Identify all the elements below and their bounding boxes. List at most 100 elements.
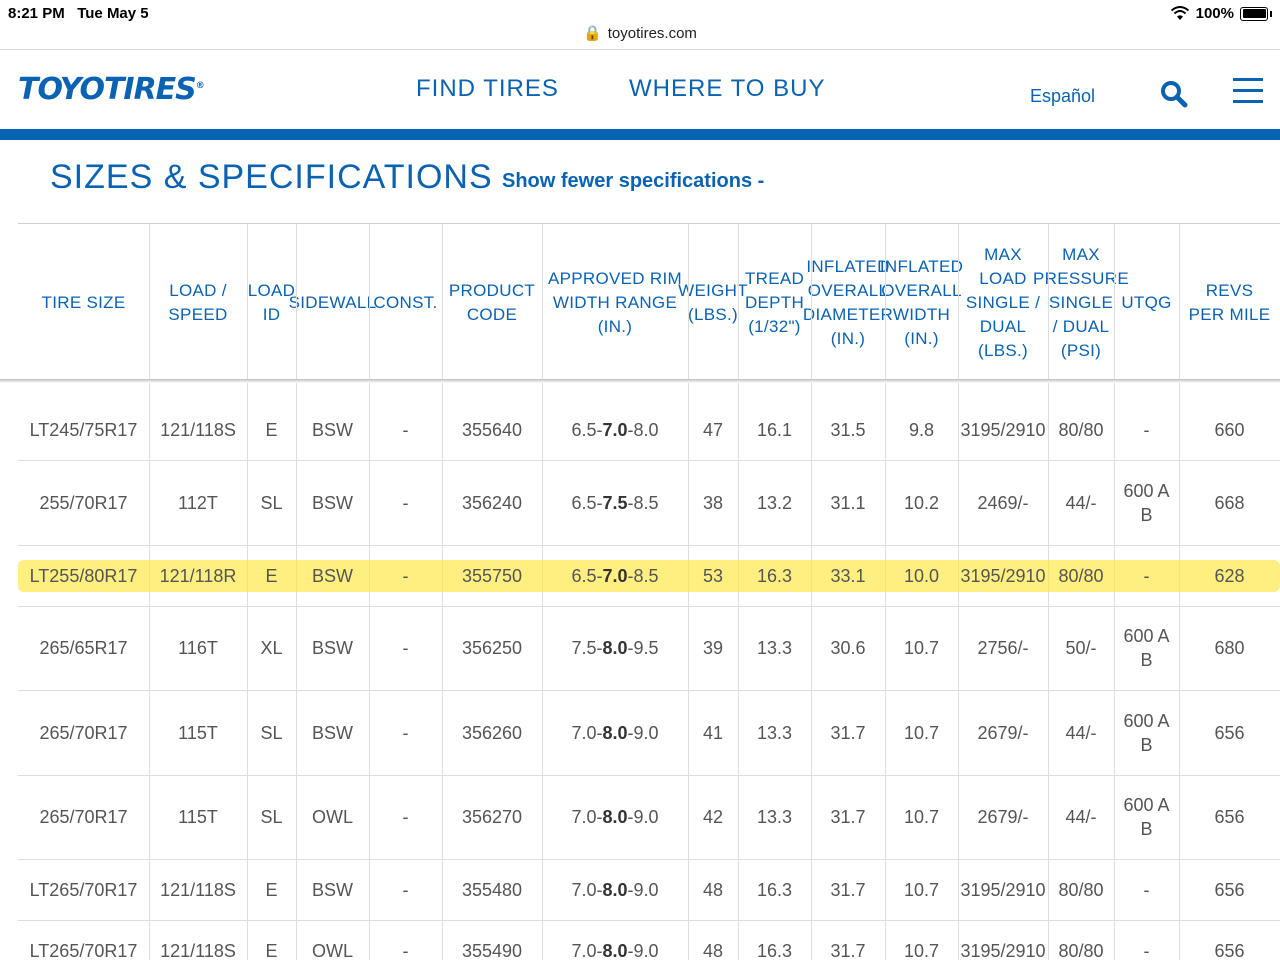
- cell-load-id: SL: [260, 722, 283, 743]
- cell-tire-size: 255/70R17: [39, 492, 128, 513]
- cell-const: -: [402, 722, 409, 743]
- cell-overall-diameter: 31.7: [830, 722, 866, 743]
- table-row: LT245/75R17 121/118S E BSW - 355640 6.5- 7.0 -8.…: [18, 399, 1280, 461]
- toyo-logo[interactable]: TOYOTIRES®: [18, 72, 205, 107]
- cell-overall-diameter: 31.5: [830, 419, 866, 440]
- column-header-rim-width: APPROVED RIM WIDTH RANGE (IN.)APPROVED R…: [548, 268, 682, 336]
- cell-load-id: E: [265, 419, 278, 440]
- cell-weight: 42: [702, 807, 724, 827]
- cell-load-speed: 121/118S: [160, 879, 236, 900]
- cell-overall-width: 9.8: [908, 419, 935, 440]
- cell-max-pressure: 80/80: [1058, 940, 1104, 960]
- cell-rim-width: 7.0- 8.0 -9.0: [571, 722, 659, 743]
- table-row: LT265/70R17 121/118S E BSW - 355480 7.0- 8.0 -9.…: [18, 859, 1280, 921]
- cell-sidewall: BSW: [311, 638, 353, 658]
- cell-tire-size: 265/65R17: [39, 638, 128, 658]
- cell-utqg: -: [1143, 565, 1150, 586]
- show-fewer-toggle[interactable]: Show fewer specifications -: [502, 170, 764, 193]
- cell-overall-width: 10.2: [903, 492, 940, 513]
- column-header-weight: WEIGHT (LBS.)WEIGHT(LBS.): [678, 280, 748, 324]
- cell-max-load: 2679/-: [977, 722, 1029, 743]
- url-bar[interactable]: 🔒 toyotires.com: [0, 24, 1280, 42]
- battery-icon: [1240, 6, 1268, 21]
- cell-overall-width: 10.7: [903, 879, 940, 900]
- cell-const: -: [402, 565, 409, 586]
- cell-weight: 38: [702, 492, 724, 513]
- cell-const: -: [402, 879, 409, 900]
- cell-load-speed: 121/118S: [160, 419, 236, 440]
- cell-tire-size: LT265/70R17: [29, 940, 138, 960]
- column-header-max-pressure: MAX PRESSURE SINGLE / DUAL (PSI)MAXPRESS…: [1033, 244, 1129, 360]
- specs-table-body: LT245/75R17 121/118S E BSW - 355640 6.5- 7.0 -8.…: [18, 383, 1280, 960]
- search-icon[interactable]: [1160, 80, 1188, 108]
- cell-product-code: 355480: [461, 879, 523, 900]
- cell-rim-width: 6.5- 7.0 -8.5: [571, 565, 659, 586]
- nav-where-to-buy[interactable]: WHERE TO BUY: [629, 75, 825, 103]
- cell-overall-diameter: 33.1: [830, 565, 866, 586]
- cell-sidewall: OWL: [311, 940, 353, 960]
- cell-product-code: 356270: [461, 807, 523, 827]
- cell-utqg: 600 AB: [1123, 795, 1170, 839]
- lock-icon: 🔒: [583, 25, 602, 42]
- cell-overall-width: 10.7: [903, 940, 940, 960]
- cell-max-load: 3195/2910: [960, 940, 1046, 960]
- cell-rim-width: 7.0- 8.0 -9.0: [571, 879, 659, 900]
- table-row: 265/70R17 115T SL OWL - 356270 7.0- 8.0 -9.0 42 13…: [18, 775, 1280, 860]
- cell-rim-width: 7.0- 8.0 -9.0: [571, 807, 659, 827]
- status-bar: 8:21 PM Tue May 5 🔒 toyotires.com 100%: [0, 0, 1280, 50]
- cell-sidewall: BSW: [311, 722, 353, 743]
- cell-overall-diameter: 30.6: [830, 638, 866, 658]
- cell-const: -: [402, 807, 409, 827]
- cell-const: -: [402, 940, 409, 960]
- cell-load-id: SL: [260, 807, 283, 827]
- cell-revs-per-mile: 656: [1214, 879, 1245, 900]
- cell-product-code: 355750: [461, 565, 523, 586]
- cell-tread-depth: 13.2: [756, 492, 793, 513]
- cell-tread-depth: 13.3: [756, 722, 793, 743]
- column-header-tire-size: TIRE SIZETIRE SIZE: [41, 292, 126, 312]
- column-header-overall-width: INFLATED OVERALL WIDTH (IN.)INFLATEDOVER…: [879, 256, 964, 348]
- cell-load-id: E: [265, 879, 278, 900]
- cell-tread-depth: 16.3: [756, 940, 793, 960]
- table-row: 265/65R17 116T XL BSW - 356250 7.5- 8.0 -9.5 39 13…: [18, 606, 1280, 691]
- column-header-utqg: UTQGUTQG: [1121, 292, 1172, 312]
- cell-overall-diameter: 31.7: [830, 940, 866, 960]
- cell-revs-per-mile: 628: [1214, 565, 1245, 586]
- cell-load-id: XL: [260, 638, 283, 658]
- cell-load-id: SL: [260, 492, 283, 513]
- cell-tread-depth: 13.3: [756, 807, 793, 827]
- cell-product-code: 356240: [461, 492, 523, 513]
- status-right: 100%: [1170, 5, 1272, 22]
- cell-tire-size: 265/70R17: [39, 807, 128, 827]
- cell-rim-width: 7.0- 8.0 -9.0: [571, 940, 659, 960]
- cell-const: -: [402, 638, 409, 658]
- cell-max-load: 3195/2910: [960, 879, 1046, 900]
- cell-max-load: 3195/2910: [960, 419, 1046, 440]
- cell-product-code: 356260: [461, 722, 523, 743]
- cell-revs-per-mile: 656: [1214, 807, 1245, 827]
- table-row: 265/70R17 115T SL BSW - 356260 7.0- 8.0 -9.0 41 13…: [18, 690, 1280, 776]
- cell-utqg: -: [1143, 419, 1150, 440]
- column-header-tread-depth: TREAD DEPTH (1/32")TREADDEPTH(1/32"): [744, 268, 805, 336]
- cell-tire-size: LT265/70R17: [29, 879, 138, 900]
- table-row-highlighted: LT255/80R17 121/118R E BSW - 355750 6.5- 7.0 -8.…: [18, 545, 1280, 607]
- cell-utqg: -: [1143, 940, 1150, 960]
- language-link[interactable]: Español: [1030, 86, 1095, 107]
- cell-sidewall: BSW: [311, 419, 353, 440]
- cell-load-speed: 121/118S: [160, 940, 236, 960]
- battery-percent: 100%: [1195, 5, 1234, 22]
- table-header: TIRE SIZETIRE SIZE LOAD / SPEEDLOAD /SPEE…: [18, 223, 1280, 381]
- cell-utqg: -: [1143, 879, 1150, 900]
- cell-weight: 41: [702, 722, 724, 743]
- cell-utqg: 600 AB: [1123, 626, 1170, 670]
- cell-rim-width: 6.5- 7.5 -8.5: [571, 492, 659, 513]
- cell-revs-per-mile: 660: [1214, 419, 1245, 440]
- column-header-product-code: PRODUCT CODEPRODUCTCODE: [448, 280, 536, 324]
- cell-overall-width: 10.7: [903, 722, 940, 743]
- cell-revs-per-mile: 656: [1214, 940, 1245, 960]
- cell-max-pressure: 44/-: [1065, 722, 1097, 743]
- nav-find-tires[interactable]: FIND TIRES: [416, 75, 559, 103]
- column-header-const: CONST.CONST.: [373, 292, 438, 312]
- cell-sidewall: OWL: [311, 807, 353, 827]
- hamburger-menu-icon[interactable]: [1233, 76, 1263, 106]
